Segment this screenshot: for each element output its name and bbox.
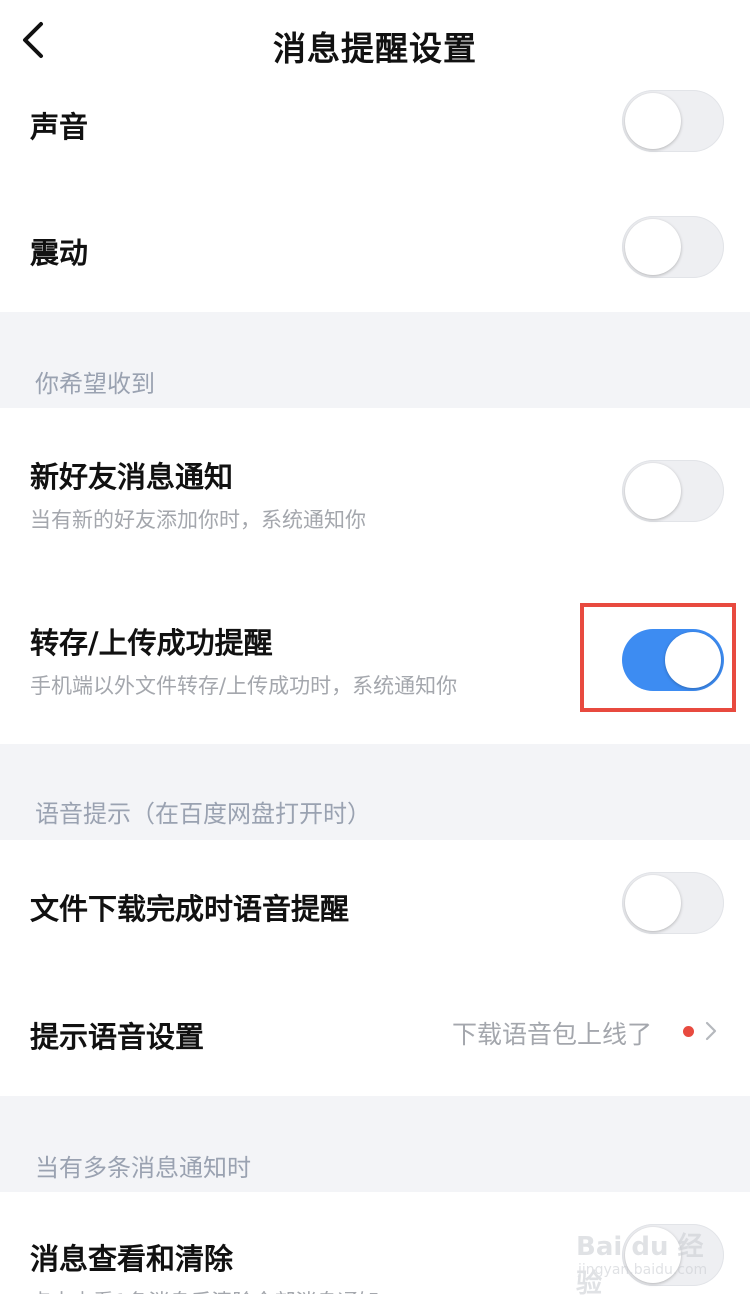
new-friend-toggle[interactable]	[622, 460, 724, 522]
message-view-clear-label: 消息查看和清除	[30, 1242, 234, 1276]
download-voice-toggle[interactable]	[622, 872, 724, 934]
download-voice-label: 文件下载完成时语音提醒	[30, 892, 350, 926]
download-voice-row: 文件下载完成时语音提醒	[0, 840, 750, 968]
sound-label: 声音	[30, 110, 89, 144]
section-label: 语音提示（在百度网盘打开时）	[35, 800, 371, 828]
voice-settings-label: 提示语音设置	[30, 1020, 205, 1054]
new-friend-description: 当有新的好友添加你时，系统通知你	[30, 508, 366, 532]
sound-toggle[interactable]	[622, 90, 724, 152]
section-you-wish-to-receive: 你希望收到	[0, 312, 750, 408]
section-label: 你希望收到	[35, 370, 155, 398]
vibrate-toggle[interactable]	[622, 216, 724, 278]
toggle-knob	[625, 463, 681, 519]
toggle-knob	[625, 219, 681, 275]
section-label: 当有多条消息通知时	[35, 1154, 251, 1182]
baidu-watermark: Bai du 经验 jingyan.baidu.com	[576, 1212, 726, 1299]
section-voice-tip: 语音提示（在百度网盘打开时）	[0, 744, 750, 840]
highlight-box	[580, 603, 736, 712]
toggle-knob	[625, 875, 681, 931]
chevron-right-icon	[705, 1021, 717, 1041]
page-title: 消息提醒设置	[273, 29, 477, 68]
transfer-upload-description: 手机端以外文件转存/上传成功时，系统通知你	[30, 674, 458, 698]
transfer-upload-label: 转存/上传成功提醒	[30, 626, 273, 660]
watermark-subtext: jingyan.baidu.com	[578, 1262, 708, 1278]
message-view-clear-description: 点击查看1条消息后清除全部消息通知	[30, 1286, 379, 1294]
vibrate-label: 震动	[30, 236, 89, 270]
voice-settings-value: 下载语音包上线了	[452, 1020, 653, 1049]
red-dot-badge	[683, 1026, 694, 1037]
section-multiple-notifications: 当有多条消息通知时	[0, 1096, 750, 1192]
vibrate-row: 震动	[0, 184, 750, 312]
new-friend-label: 新好友消息通知	[30, 460, 234, 494]
top-bar: 消息提醒设置	[0, 0, 750, 86]
sound-row: 声音	[0, 86, 750, 184]
new-friend-row: 新好友消息通知 当有新的好友添加你时，系统通知你	[0, 408, 750, 574]
toggle-knob	[625, 93, 681, 149]
